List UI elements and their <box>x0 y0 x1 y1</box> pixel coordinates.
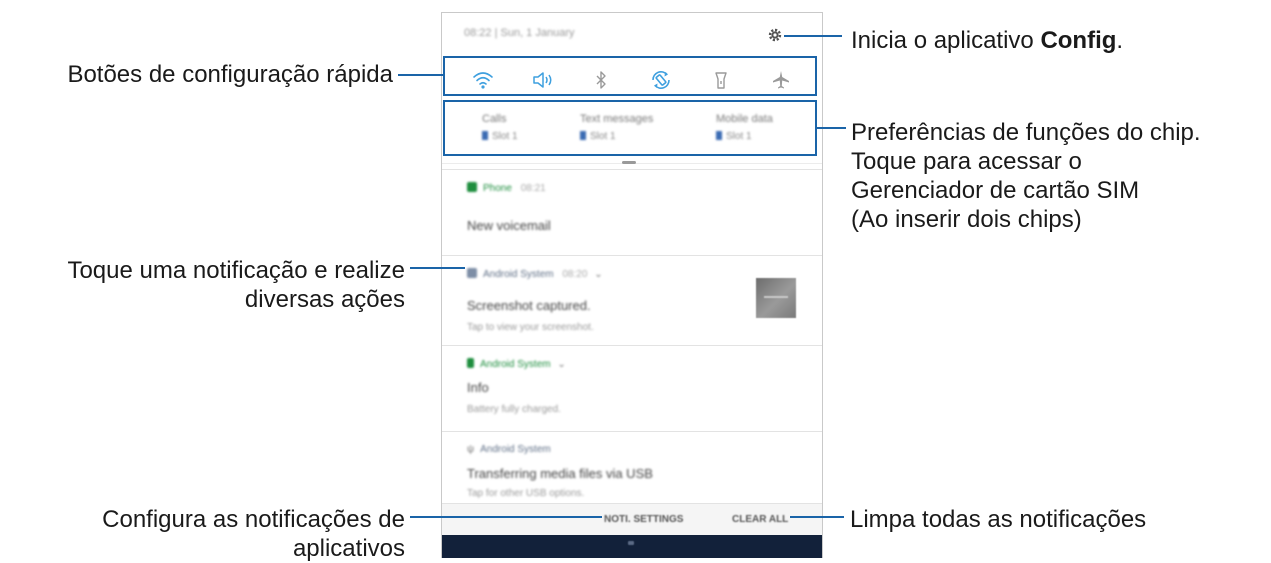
sim-pref-value: Slot 1 <box>590 131 616 142</box>
notification-footer: NOTI. SETTINGS CLEAR ALL <box>442 503 822 536</box>
sim-pref-text-messages[interactable]: Text messages Slot 1 <box>580 113 653 142</box>
sim-pref-value: Slot 1 <box>726 131 752 142</box>
quick-settings-callout-label: Botões de configuração rápida <box>67 61 393 88</box>
notification-title: Info <box>467 380 489 395</box>
clear-all-callout-line <box>790 516 844 518</box>
noti-settings-callout-label: Configura as notificações de aplicativos <box>102 506 405 562</box>
battery-app-icon <box>467 358 474 368</box>
noti-settings-callout-line <box>410 516 602 518</box>
sim-callout-line <box>817 127 846 129</box>
navigation-bar <box>442 535 822 558</box>
notification-app-name: Android System <box>480 444 551 455</box>
clear-all-button[interactable]: CLEAR ALL <box>732 514 788 525</box>
auto-rotate-icon[interactable] <box>648 67 674 93</box>
nav-handle <box>628 541 634 545</box>
settings-gear-icon[interactable] <box>767 27 783 43</box>
notification-app-name: Android System <box>483 269 554 280</box>
notification-callout-line <box>410 267 465 269</box>
notification-title: Transferring media files via USB <box>467 466 653 481</box>
notification-item[interactable]: ψ Android System Transferring media files… <box>442 431 822 504</box>
flashlight-icon[interactable] <box>708 67 734 93</box>
sim-pref-title: Mobile data <box>716 113 773 125</box>
screenshot-app-icon <box>467 268 477 278</box>
config-callout-label: Inicia o aplicativo Config. <box>851 27 1124 54</box>
quick-settings-callout-line <box>398 74 443 76</box>
sim-card-preferences[interactable]: Calls Slot 1 Text messages Slot 1 Mobile… <box>442 105 822 164</box>
notification-title: New voicemail <box>467 218 551 233</box>
notification-time: 08:20 <box>562 269 588 280</box>
notification-subtitle: Battery fully charged. <box>467 404 561 415</box>
expand-chevron-icon[interactable]: ⌄ <box>594 269 602 280</box>
sim-pref-title: Text messages <box>580 113 654 125</box>
usb-icon: ψ <box>467 444 475 455</box>
notification-app-name: Android System <box>480 359 551 370</box>
sim-pref-mobile-data[interactable]: Mobile data Slot 1 <box>716 113 773 142</box>
sim-pref-calls[interactable]: Calls Slot 1 <box>482 113 518 142</box>
noti-settings-button[interactable]: NOTI. SETTINGS <box>604 514 683 525</box>
wifi-icon[interactable] <box>470 67 496 93</box>
screenshot-thumbnail[interactable] <box>756 278 796 318</box>
notification-item[interactable]: Phone 08:21 New voicemail <box>442 169 822 256</box>
notification-callout-label: Toque uma notificação e realize diversas… <box>67 257 405 313</box>
phone-app-icon <box>467 182 477 192</box>
notification-item[interactable]: Android System 08:20 ⌄ Screenshot captur… <box>442 255 822 346</box>
clear-all-callout-label: Limpa todas as notificações <box>850 506 1147 533</box>
notification-subtitle: Tap for other USB options. <box>467 488 585 499</box>
sim-callout-label: Preferências de funções do chip. Toque p… <box>851 119 1201 233</box>
notification-panel: 08:22 | Sun, 1 January Calls Slot 1 Text… <box>441 12 823 558</box>
notification-item[interactable]: Android System ⌄ Info Battery fully char… <box>442 345 822 432</box>
quick-settings-row <box>442 57 822 101</box>
sim-chip-icon <box>580 131 586 140</box>
sim-pref-value: Slot 1 <box>492 131 518 142</box>
sound-icon[interactable] <box>530 67 556 93</box>
notification-time: 08:21 <box>520 183 546 194</box>
notification-app-name: Phone <box>483 183 512 194</box>
sim-chip-icon <box>482 131 488 140</box>
sim-chip-icon <box>716 131 722 140</box>
sim-pref-title: Calls <box>482 113 507 125</box>
config-callout-line <box>784 35 842 37</box>
status-date-time: 08:22 | Sun, 1 January <box>464 27 575 39</box>
notification-title: Screenshot captured. <box>467 298 591 313</box>
expand-chevron-icon[interactable]: ⌄ <box>557 359 565 370</box>
bluetooth-icon[interactable] <box>588 67 614 93</box>
drag-handle[interactable] <box>622 161 636 164</box>
status-bar: 08:22 | Sun, 1 January <box>442 13 822 53</box>
notification-subtitle: Tap to view your screenshot. <box>467 322 594 333</box>
airplane-icon[interactable] <box>768 67 794 93</box>
